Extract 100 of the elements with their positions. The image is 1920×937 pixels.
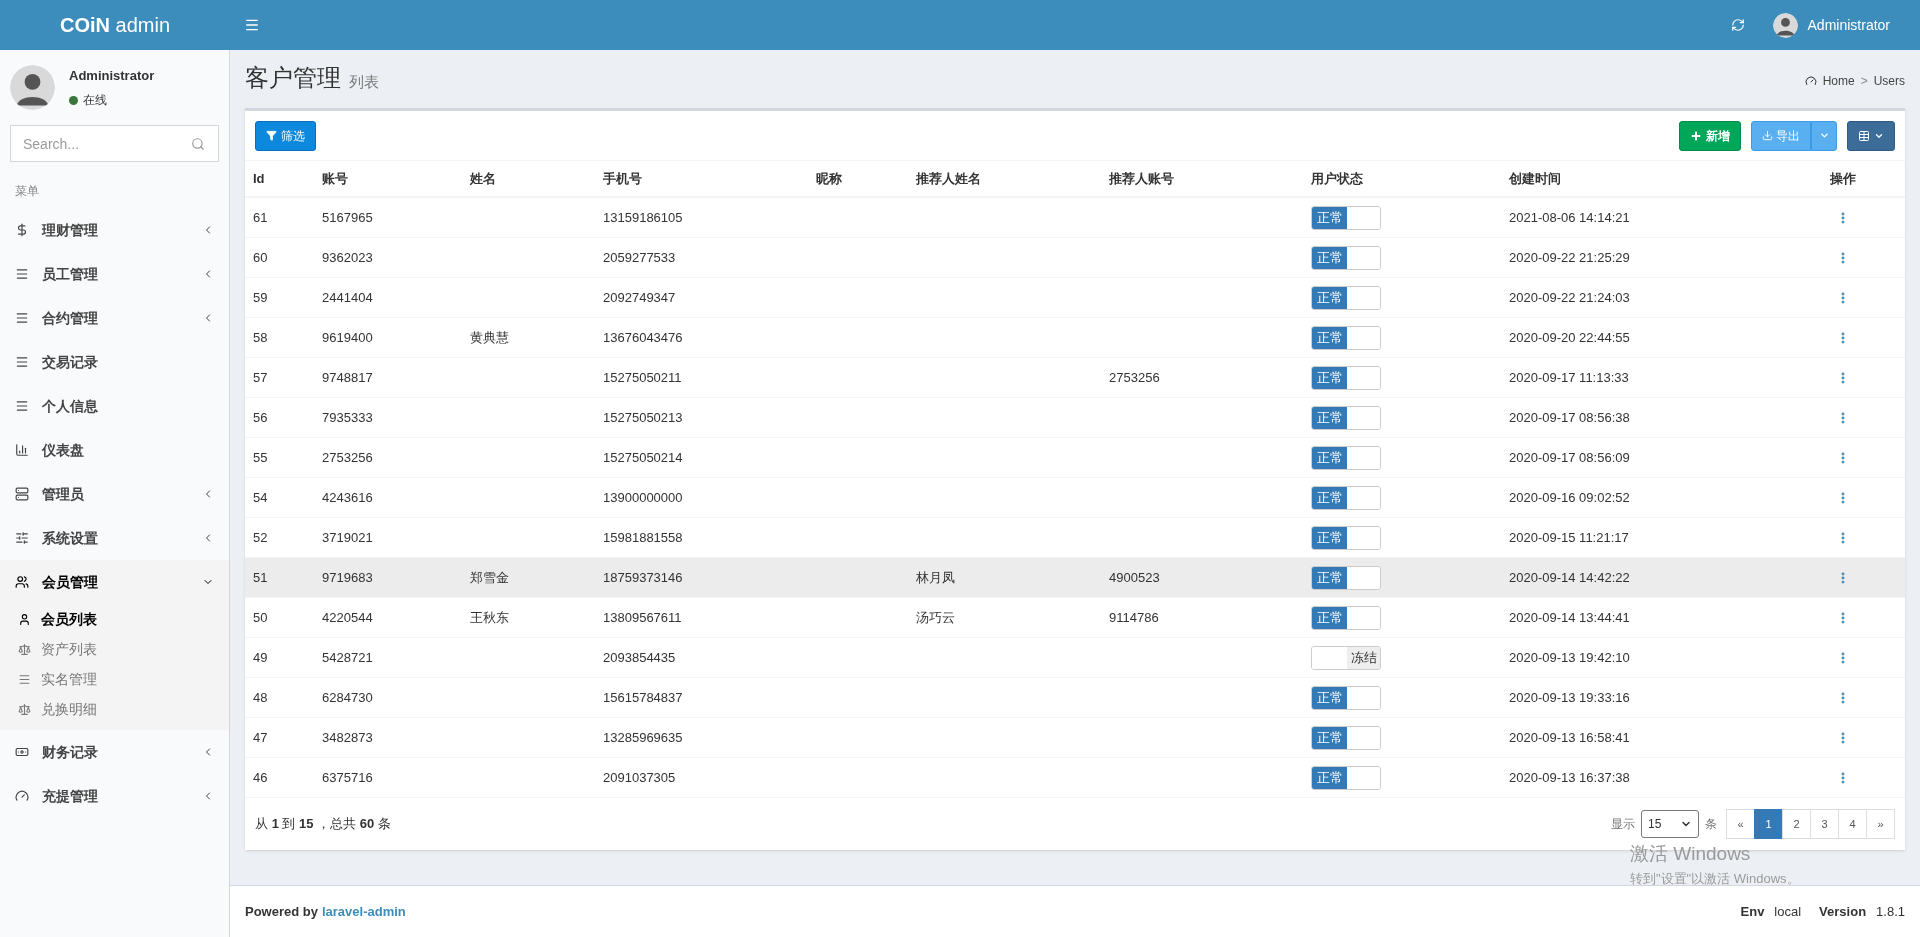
status-toggle[interactable]: 正常: [1311, 485, 1381, 510]
table-cell-text: 2441404: [322, 288, 373, 307]
table-cell-text: 2020-09-13 16:37:38: [1509, 768, 1630, 787]
user-name[interactable]: Administrator: [1807, 14, 1890, 36]
table-cell-text: 46: [253, 768, 268, 787]
status-toggle[interactable]: 正常: [1311, 325, 1381, 350]
table-cell-text: 13676043476: [603, 328, 683, 347]
menu-icon[interactable]: [244, 17, 260, 33]
status-toggle[interactable]: 正常: [1311, 285, 1381, 310]
menu-item[interactable]: 个人信息: [0, 384, 229, 428]
table-cell-text: 9619400: [322, 328, 373, 347]
menu-item[interactable]: 合约管理: [0, 296, 229, 340]
table-cell-text: 4220544: [322, 608, 373, 627]
menu-item-icon: [15, 399, 29, 413]
page-link[interactable]: 4: [1838, 809, 1867, 839]
menu-item-icon: [15, 311, 29, 325]
column-header: 账号: [322, 170, 348, 186]
column-header: 姓名: [470, 170, 496, 186]
table-cell-text: 3719021: [322, 528, 373, 547]
user-status: 在线: [83, 92, 107, 110]
menu-item-icon: [15, 443, 29, 457]
status-toggle[interactable]: 正常: [1311, 605, 1381, 630]
menu-item[interactable]: 理财管理: [0, 208, 229, 252]
status-toggle[interactable]: 正常: [1311, 525, 1381, 550]
per-page-label: 显示: [1611, 816, 1635, 833]
table-cell-text: 48: [253, 688, 268, 707]
column-header: Id: [253, 170, 265, 186]
table-cell-text: 2020-09-22 21:25:29: [1509, 248, 1630, 267]
submenu-item[interactable]: 资产列表: [0, 634, 229, 664]
search-icon[interactable]: [191, 137, 205, 151]
dropdown-caret-button[interactable]: [1811, 120, 1837, 151]
table-cell-text: 5167965: [322, 208, 373, 227]
table-cell-text: 2020-09-16 09:02:52: [1509, 488, 1630, 507]
column-header: 手机号: [603, 170, 642, 186]
table-cell-text: 18759373146: [603, 568, 683, 587]
table-cell-text: 15615784837: [603, 688, 683, 707]
page-link[interactable]: 2: [1782, 809, 1811, 839]
menu-item[interactable]: 充提管理: [0, 774, 229, 818]
table-cell-text: 15275050214: [603, 448, 683, 467]
menu-item[interactable]: 财务记录: [0, 730, 229, 774]
table-cell-text: 2059277533: [603, 248, 676, 267]
table-cell-text: 汤巧云: [916, 608, 955, 627]
menu-item[interactable]: 交易记录: [0, 340, 229, 384]
table-cell-text: 2020-09-14 14:42:22: [1509, 568, 1630, 587]
status-toggle[interactable]: 正常: [1311, 445, 1381, 470]
table-cell-text: 50: [253, 608, 268, 627]
brand-logo[interactable]: COiN admin: [60, 10, 170, 40]
submenu-item[interactable]: 实名管理: [0, 664, 229, 694]
per-page-select[interactable]: 15: [1641, 810, 1699, 838]
table-cell-text: 4243616: [322, 488, 373, 507]
export-button[interactable]: 导出: [1751, 120, 1811, 151]
table-cell-text: 13159186105: [603, 208, 683, 227]
status-toggle[interactable]: 正常: [1311, 205, 1381, 230]
version-value: 1.8.1: [1876, 902, 1905, 921]
table-cell-text: 2093854435: [603, 648, 676, 667]
table-cell-text: 5428721: [322, 648, 373, 667]
page-link[interactable]: 1: [1754, 809, 1783, 839]
table-cell-text: 2020-09-14 13:44:41: [1509, 608, 1630, 627]
page-link[interactable]: 3: [1810, 809, 1839, 839]
menu-item-icon: [15, 789, 29, 803]
columns-button[interactable]: [1847, 120, 1895, 151]
table-cell-text: 2020-09-17 08:56:38: [1509, 408, 1630, 427]
status-toggle[interactable]: 冻结: [1311, 645, 1381, 670]
page-link[interactable]: «: [1726, 809, 1755, 839]
table-cell-text: 林月凤: [916, 568, 955, 587]
menu-item[interactable]: 管理员: [0, 472, 229, 516]
table-cell-text: 51: [253, 568, 268, 587]
breadcrumb-item: Users: [1873, 73, 1905, 90]
status-toggle[interactable]: 正常: [1311, 685, 1381, 710]
status-toggle[interactable]: 正常: [1311, 245, 1381, 270]
table-cell-text: 15275050213: [603, 408, 683, 427]
breadcrumb-item[interactable]: Home: [1822, 72, 1855, 90]
column-header: 用户状态: [1311, 170, 1363, 186]
table-cell-text: 2020-09-13 19:42:10: [1509, 648, 1630, 667]
menu-item-icon: [15, 531, 29, 545]
menu-item[interactable]: 系统设置: [0, 516, 229, 560]
new-button[interactable]: 新增: [1679, 120, 1741, 151]
page-subtitle: 列表: [349, 71, 379, 92]
menu-item[interactable]: 员工管理: [0, 252, 229, 296]
menu-item[interactable]: 会员管理: [0, 560, 229, 604]
menu-item[interactable]: 仪表盘: [0, 428, 229, 472]
submenu-item[interactable]: 兑换明细: [0, 694, 229, 724]
table-cell-text: 6284730: [322, 688, 373, 707]
status-toggle[interactable]: 正常: [1311, 405, 1381, 430]
table-cell-text: 9748817: [322, 368, 373, 387]
submenu-item[interactable]: 会员列表: [0, 604, 229, 634]
page-link[interactable]: »: [1866, 809, 1895, 839]
table-cell-text: 15275050211: [603, 368, 682, 387]
table-cell-text: 郑雪金: [470, 568, 509, 587]
table-cell-text: 49: [253, 648, 268, 667]
refresh-icon[interactable]: [1730, 18, 1745, 32]
search-field[interactable]: Search...: [10, 125, 219, 162]
status-toggle[interactable]: 正常: [1311, 565, 1381, 590]
status-toggle[interactable]: 正常: [1311, 725, 1381, 750]
status-toggle[interactable]: 正常: [1311, 765, 1381, 790]
status-toggle[interactable]: 正常: [1311, 365, 1381, 390]
laravel-admin-link[interactable]: laravel-admin: [321, 901, 406, 922]
column-header: 推荐人姓名: [916, 170, 981, 186]
filter-button[interactable]: 筛选: [255, 120, 316, 151]
per-page-unit: 条: [1705, 816, 1717, 833]
